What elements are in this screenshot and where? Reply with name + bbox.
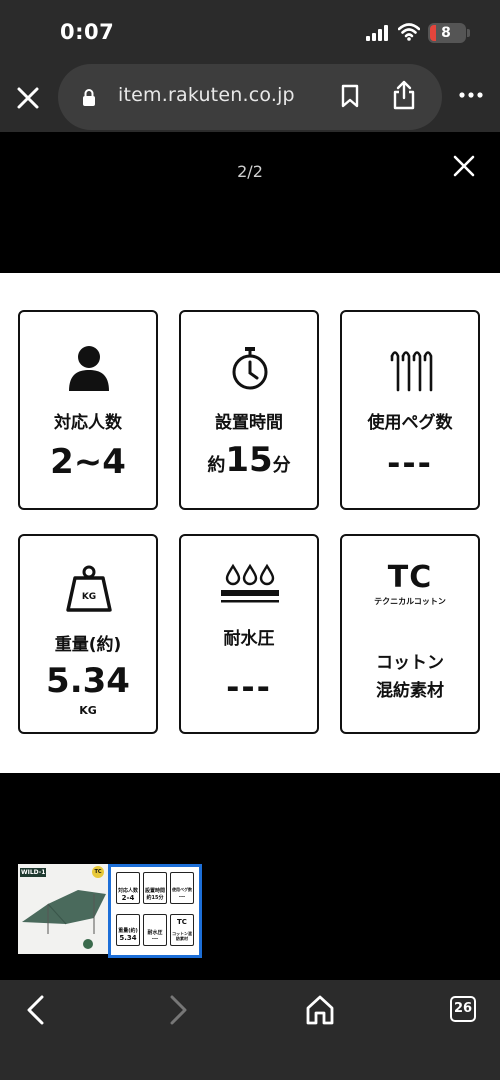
spec-value: 2~4 [50,442,126,482]
browser-bar: item.rakuten.co.jp [0,62,500,132]
spec-label: 重量(約) [54,635,122,655]
url-text: item.rakuten.co.jp [118,84,295,106]
address-bar[interactable]: item.rakuten.co.jp [58,64,442,130]
mini-card: 使用ペグ数 --- [170,872,194,904]
spec-card-weight: KG 重量(約) 5.34 KG [18,534,158,734]
image-viewer: 2/2 対応人数 2~4 設置時間 約15分 使用ペグ数 --- KG 重量(約… [0,132,500,980]
viewer-close-icon[interactable] [452,154,476,178]
mini-card-value: コットン混紡素材 [172,931,192,941]
thumbnail-1[interactable]: WILD-1 TC [18,864,108,954]
thumbnail-badge: TC [94,869,102,875]
bottom-toolbar: 26 [0,980,500,1080]
spec-label: 設置時間 [215,413,283,433]
more-icon[interactable] [458,90,484,100]
spec-value: 5.34 [46,661,130,701]
mini-card: 設置時間 約15分 [143,872,167,904]
back-icon[interactable] [18,992,54,1028]
spec-card-water-resistance: 耐水圧 --- [179,534,319,734]
tarp-photo [18,864,108,954]
spec-label: 対応人数 [54,413,122,433]
mini-card: 対応人数 2-4 [116,872,140,904]
lock-icon [83,89,95,106]
share-icon[interactable] [392,80,416,110]
value-prefix: 約 [207,455,226,476]
value-suffix: 分 [272,455,291,476]
spec-card-pegs: 使用ペグ数 --- [340,310,480,510]
spec-value-row: 約15分 [181,440,317,480]
spec-label: 耐水圧 [223,629,275,649]
mini-card-value: --- [151,936,159,942]
page-counter: 2/2 [237,162,263,181]
battery-icon: 8 [428,23,466,43]
stopwatch-icon [232,347,268,390]
battery-percent: 8 [441,25,451,41]
spec-value: 15 [225,440,273,480]
spec-value: --- [387,444,433,482]
spec-card-setup-time: 設置時間 約15分 [179,310,319,510]
spec-unit: KG [79,704,97,717]
tabs-button[interactable]: 26 [450,996,476,1022]
mini-card: 重量(約) 5.34 [116,914,140,946]
mini-card-label: 耐水圧 [147,930,163,936]
mini-card-label: TC [177,918,187,926]
tc-logo: TC [387,560,433,595]
mini-card-value: 5.34 [119,934,137,942]
mini-card-label: 重量(約) [118,928,138,934]
spec-card-capacity: 対応人数 2~4 [18,310,158,510]
thumbnail-brand: WILD-1 [21,869,46,876]
mini-card-value: --- [178,894,186,900]
spec-image: 対応人数 2~4 設置時間 約15分 使用ペグ数 --- KG 重量(約) 5.… [0,273,500,773]
person-icon [69,346,109,391]
mini-card-label: 対応人数 [117,888,138,894]
forward-icon[interactable] [160,992,196,1028]
mini-card-label: 設置時間 [144,888,165,894]
mini-card: 耐水圧 --- [143,914,167,946]
pegs-icon [390,351,433,392]
water-drops-icon [221,563,279,603]
tc-subtitle: テクニカルコットン [374,597,446,606]
home-icon[interactable] [302,992,338,1028]
weight-icon-label: KG [81,592,97,602]
spec-label-line1: コットン [376,653,444,673]
spec-card-material: TC テクニカルコットン コットン 混紡素材 [340,534,480,734]
close-icon[interactable] [14,84,42,112]
wifi-icon [398,23,420,41]
thumbnail-2-selected[interactable]: 対応人数 2-4 設置時間 約15分 使用ペグ数 --- 重量(約) 5.34 … [108,864,202,958]
spec-label: 使用ペグ数 [367,413,453,433]
battery-cap [467,29,470,37]
mini-card-value: 約15分 [146,895,164,901]
mini-card-value: 2-4 [121,894,135,902]
status-bar: 0:07 8 [0,0,500,62]
spec-value: --- [226,668,272,706]
weight-icon [66,565,112,612]
bookmark-icon[interactable] [340,84,360,108]
spec-label-line2: 混紡素材 [376,681,444,701]
cellular-signal-icon [366,25,388,41]
mini-card: TC コットン混紡素材 [170,914,194,946]
status-time: 0:07 [60,20,115,44]
mini-card-label: 使用ペグ数 [172,887,192,892]
